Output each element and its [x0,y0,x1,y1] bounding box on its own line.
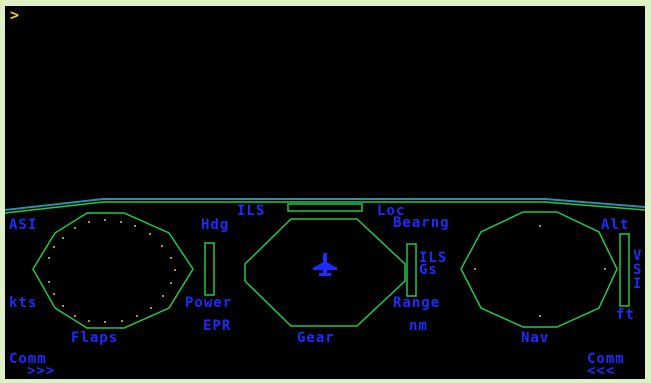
bearng-label: Bearng [393,215,450,231]
glideslope-bar [406,243,417,297]
ils-localizer-bar [287,203,363,212]
power-gauge [204,242,215,296]
hdg-label: Hdg [201,217,230,233]
flaps-label: Flaps [71,330,119,346]
ils-top-label: ILS [237,203,266,219]
nm-label: nm [409,318,428,334]
vsi-bar [619,233,630,307]
airspeed-dial [32,212,194,329]
airspeed-dial-ticks [48,219,176,323]
gear-label: Gear [297,330,335,346]
ft-label: ft [616,307,635,323]
nav-label: Nav [521,330,550,346]
epr-label: EPR [203,318,232,334]
comm-right-arrows[interactable]: <<< [587,364,615,378]
range-label: Range [393,295,441,311]
power-label: Power [185,295,233,311]
vsi-label: VSI [633,248,643,292]
cockpit-panel [5,198,645,329]
flight-sim-screen: > ASI kts Flaps Hdg Power EPR ILS Loc Be… [5,6,645,379]
comm-left-arrows[interactable]: >>> [27,364,55,378]
nav-dial [460,211,618,328]
kts-label: kts [9,295,38,311]
airplane-icon [313,253,337,276]
gs-label: Gs [419,262,438,278]
alt-label: Alt [601,217,630,233]
asi-label: ASI [9,217,38,233]
